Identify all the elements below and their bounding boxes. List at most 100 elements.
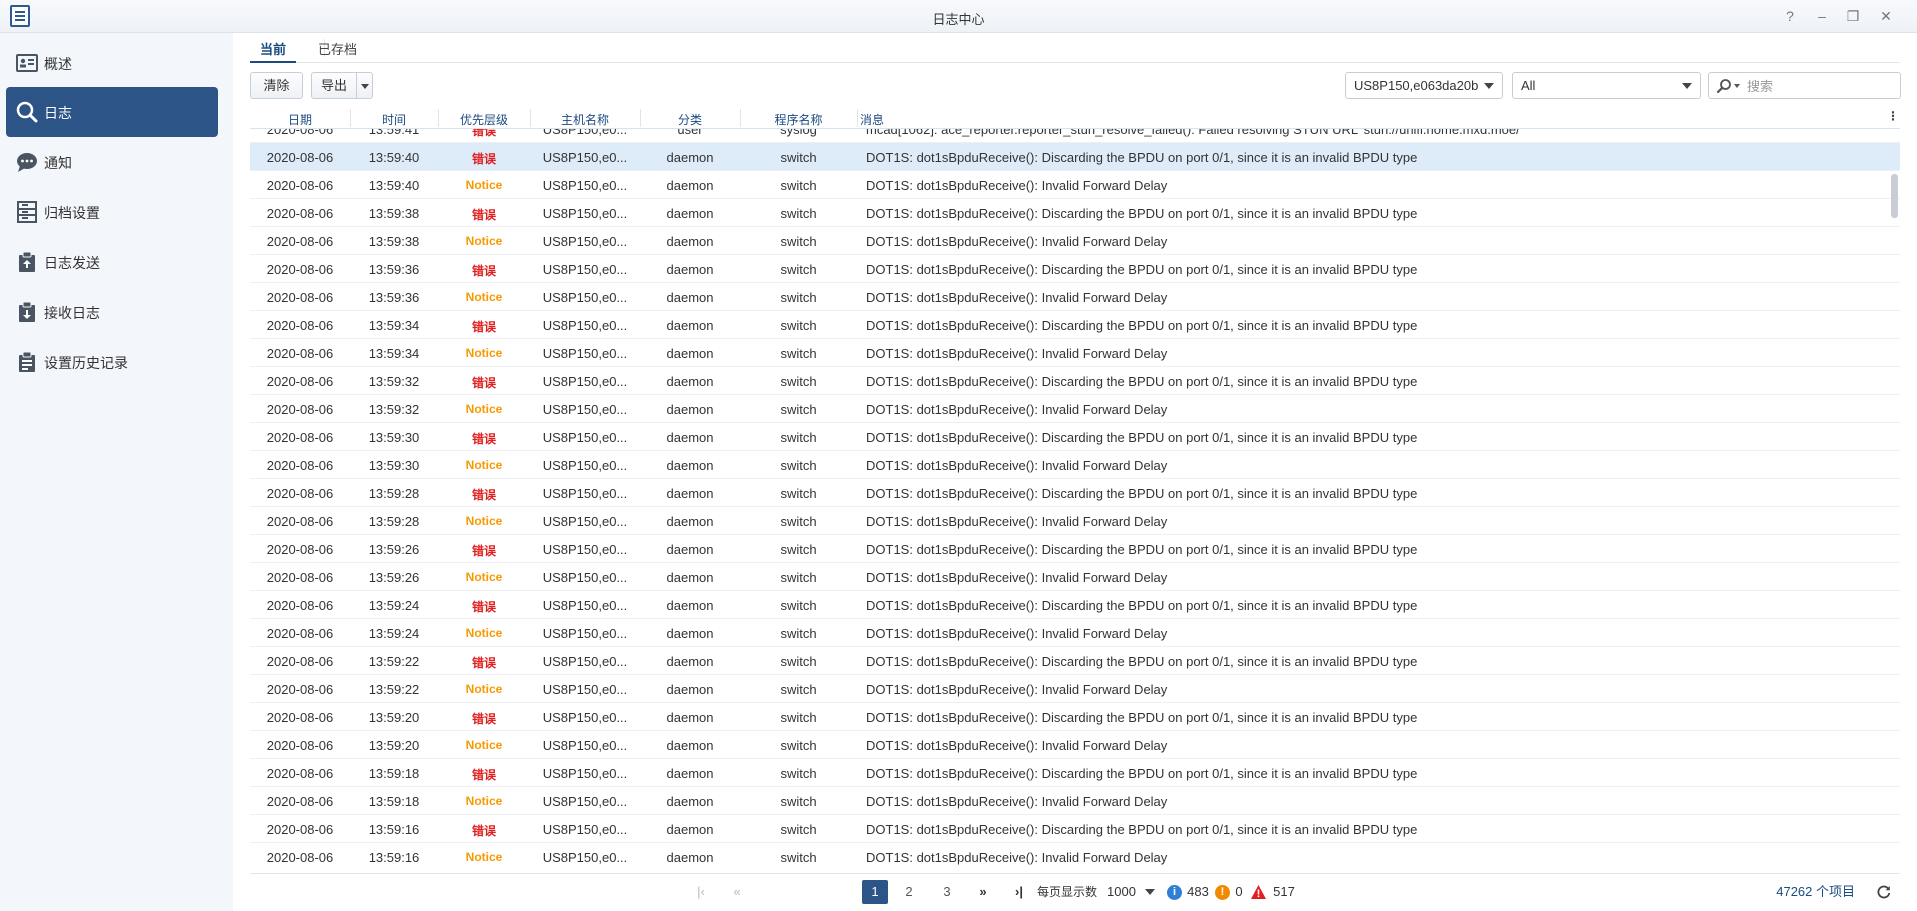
cell-time: 13:59:16 — [368, 822, 420, 837]
table-row[interactable]: 2020-08-06 13:59:41 错误 US8P150,e0... user sys… — [250, 129, 1900, 143]
table-row[interactable]: 2020-08-06 13:59:22 Notice US8P150,e0... dae… — [250, 675, 1900, 703]
sidebar-item-label: 日志 — [44, 105, 72, 121]
cell-host: US8P150,e0... — [542, 206, 628, 221]
next-page-icon[interactable]: » — [972, 880, 994, 904]
pagination-bar: |‹ « 1 2 3 » ›| 每页显示数 1000 i 483 ! 0 517… — [250, 873, 1900, 907]
table-row[interactable]: 2020-08-06 13:59:34 错误 US8P150,e0... daemon s… — [250, 311, 1900, 339]
column-header-category[interactable]: 分类 — [640, 111, 740, 128]
cell-host: US8P150,e0... — [542, 374, 628, 389]
page-button-3[interactable]: 3 — [936, 880, 958, 904]
warning-count: 0 — [1235, 884, 1243, 899]
sidebar-item-label: 归档设置 — [44, 205, 100, 221]
cell-message: DOT1S: dot1sBpduReceive(): Discarding th… — [866, 542, 1418, 557]
export-dropdown-button[interactable] — [356, 72, 373, 99]
table-row[interactable]: 2020-08-06 13:59:22 错误 US8P150,e0... daemon s… — [250, 647, 1900, 675]
column-header-host[interactable]: 主机名称 — [530, 111, 640, 128]
grid-header: 日期 时间 优先层级 主机名称 分类 程序名称 消息 ⋮ — [250, 107, 1900, 129]
sidebar-item-notifications[interactable]: 通知 — [6, 137, 218, 187]
cell-host: US8P150,e0... — [542, 129, 628, 137]
window-title: 日志中心 — [932, 12, 985, 27]
table-row[interactable]: 2020-08-06 13:59:34 Notice US8P150,e0... dae… — [250, 339, 1900, 367]
column-header-time[interactable]: 时间 — [350, 111, 438, 128]
table-row[interactable]: 2020-08-06 13:59:36 错误 US8P150,e0... daemon s… — [250, 255, 1900, 283]
cell-time: 13:59:38 — [368, 206, 420, 221]
table-row[interactable]: 2020-08-06 13:59:28 Notice US8P150,e0... dae… — [250, 507, 1900, 535]
table-row[interactable]: 2020-08-06 13:59:40 Notice US8P150,e0... dae… — [250, 171, 1900, 199]
scrollbar-thumb[interactable] — [1891, 174, 1898, 218]
first-page-icon[interactable]: |‹ — [691, 880, 711, 904]
table-row[interactable]: 2020-08-06 13:59:30 错误 US8P150,e0... daemon s… — [250, 423, 1900, 451]
sidebar-item-logs[interactable]: 日志 — [6, 87, 218, 137]
table-row[interactable]: 2020-08-06 13:59:24 Notice US8P150,e0... dae… — [250, 619, 1900, 647]
cell-program: switch — [780, 822, 817, 837]
page-button-2[interactable]: 2 — [898, 880, 920, 904]
sidebar-item-receive-logs[interactable]: 接收日志 — [6, 287, 218, 337]
cell-time: 13:59:16 — [368, 850, 420, 865]
table-row[interactable]: 2020-08-06 13:59:16 Notice US8P150,e0... dae… — [250, 843, 1900, 870]
grid-scrollbar[interactable] — [1890, 129, 1899, 870]
column-header-date[interactable]: 日期 — [250, 111, 350, 128]
device-filter-value: US8P150,e063da20b — [1354, 78, 1479, 93]
cell-host: US8P150,e0... — [542, 430, 628, 445]
cell-host: US8P150,e0... — [542, 262, 628, 277]
sidebar: 概述 日志 通知 归档设置 日志发送 接收日志 设置历史记录 — [0, 33, 233, 911]
cell-level: 错误 — [471, 264, 496, 278]
table-row[interactable]: 2020-08-06 13:59:24 错误 US8P150,e0... daemon s… — [250, 591, 1900, 619]
table-row[interactable]: 2020-08-06 13:59:18 错误 US8P150,e0... daemon s… — [250, 759, 1900, 787]
title-bar: 日志中心 ? – ❐ ✕ — [0, 0, 1917, 33]
cell-category: daemon — [666, 542, 714, 557]
tab-archived[interactable]: 已存档 — [308, 39, 367, 63]
export-button[interactable]: 导出 — [311, 72, 357, 99]
cell-category: daemon — [666, 598, 714, 613]
column-header-level[interactable]: 优先层级 — [438, 111, 530, 128]
sidebar-item-settings-history[interactable]: 设置历史记录 — [6, 337, 218, 387]
page-button-1[interactable]: 1 — [862, 880, 888, 904]
sidebar-item-archive-settings[interactable]: 归档设置 — [6, 187, 218, 237]
refresh-icon[interactable] — [1877, 885, 1891, 899]
table-row[interactable]: 2020-08-06 13:59:26 错误 US8P150,e0... daemon s… — [250, 535, 1900, 563]
previous-page-icon[interactable]: « — [727, 880, 747, 904]
table-row[interactable]: 2020-08-06 13:59:20 Notice US8P150,e0... dae… — [250, 731, 1900, 759]
minimize-icon[interactable]: – — [1812, 6, 1832, 26]
table-row[interactable]: 2020-08-06 13:59:26 Notice US8P150,e0... dae… — [250, 563, 1900, 591]
search-input[interactable] — [1747, 76, 1895, 96]
cell-category: daemon — [666, 458, 714, 473]
table-row[interactable]: 2020-08-06 13:59:18 Notice US8P150,e0... dae… — [250, 787, 1900, 815]
table-row[interactable]: 2020-08-06 13:59:28 错误 US8P150,e0... daemon s… — [250, 479, 1900, 507]
table-row[interactable]: 2020-08-06 13:59:38 Notice US8P150,e0... dae… — [250, 227, 1900, 255]
table-row[interactable]: 2020-08-06 13:59:32 错误 US8P150,e0... daemon s… — [250, 367, 1900, 395]
table-row[interactable]: 2020-08-06 13:59:20 错误 US8P150,e0... daemon s… — [250, 703, 1900, 731]
cell-time: 13:59:22 — [368, 682, 420, 697]
column-header-program[interactable]: 程序名称 — [740, 111, 857, 128]
cell-category: daemon — [666, 514, 714, 529]
cell-level: Notice — [465, 290, 503, 304]
maximize-icon[interactable]: ❐ — [1843, 6, 1863, 26]
page-size-select[interactable]: 1000 — [1101, 880, 1161, 904]
help-icon[interactable]: ? — [1780, 6, 1800, 26]
column-header-message[interactable]: 消息 — [857, 111, 897, 128]
table-row[interactable]: 2020-08-06 13:59:32 Notice US8P150,e0... dae… — [250, 395, 1900, 423]
cell-level: 错误 — [471, 208, 496, 222]
chevron-down-icon[interactable] — [1734, 84, 1740, 88]
search-box[interactable] — [1708, 72, 1901, 99]
close-icon[interactable]: ✕ — [1876, 6, 1896, 26]
cell-host: US8P150,e0... — [542, 794, 628, 809]
info-icon: i — [1167, 885, 1182, 900]
cell-host: US8P150,e0... — [542, 598, 628, 613]
cell-time: 13:59:28 — [368, 486, 420, 501]
level-filter-select[interactable]: All — [1512, 72, 1701, 99]
table-row[interactable]: 2020-08-06 13:59:30 Notice US8P150,e0... dae… — [250, 451, 1900, 479]
column-menu-icon[interactable]: ⋮ — [1887, 109, 1899, 123]
device-filter-select[interactable]: US8P150,e063da20b — [1345, 72, 1503, 99]
tab-current[interactable]: 当前 — [250, 39, 297, 63]
last-page-icon[interactable]: ›| — [1008, 880, 1030, 904]
table-row[interactable]: 2020-08-06 13:59:36 Notice US8P150,e0... dae… — [250, 283, 1900, 311]
cell-time: 13:59:26 — [368, 542, 420, 557]
cell-message: DOT1S: dot1sBpduReceive(): Invalid Forwa… — [866, 794, 1168, 809]
table-row[interactable]: 2020-08-06 13:59:38 错误 US8P150,e0... daemon s… — [250, 199, 1900, 227]
clear-button[interactable]: 清除 — [250, 72, 303, 99]
table-row[interactable]: 2020-08-06 13:59:16 错误 US8P150,e0... daemon s… — [250, 815, 1900, 843]
table-row[interactable]: 2020-08-06 13:59:40 错误 US8P150,e0... daemon s… — [250, 143, 1900, 171]
sidebar-item-log-sending[interactable]: 日志发送 — [6, 237, 218, 287]
sidebar-item-overview[interactable]: 概述 — [6, 38, 218, 88]
